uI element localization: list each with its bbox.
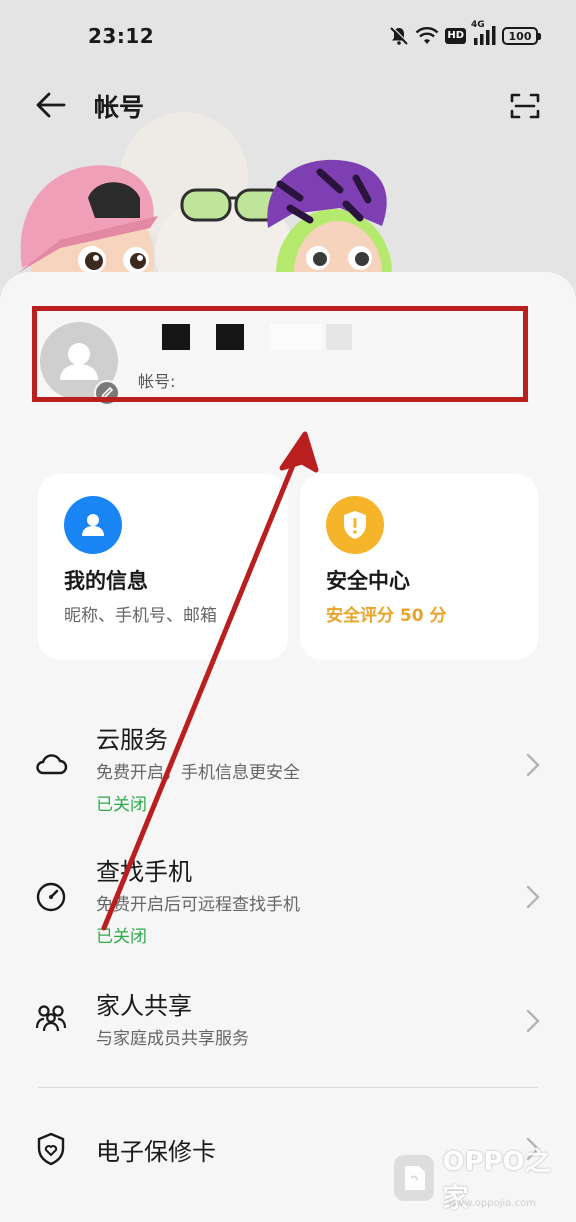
avatar-illustration: [18, 112, 392, 278]
hd-badge: HD: [445, 28, 466, 44]
find-phone-status: 已关闭: [96, 927, 147, 947]
person-icon: [64, 496, 122, 554]
cloud-service-subtitle: 免费开启，手机信息更安全: [96, 763, 300, 783]
signal-type-label: 4G: [471, 20, 485, 30]
mute-bell-icon: [389, 26, 410, 46]
find-phone-title: 查找手机: [96, 858, 192, 886]
cloud-service-status: 已关闭: [96, 795, 147, 815]
security-score: 安全评分 50 分: [326, 606, 447, 626]
list-item-family-share[interactable]: 家人共享 与家庭成员共享服务: [0, 978, 576, 1068]
family-share-title: 家人共享: [96, 992, 192, 1020]
family-share-subtitle: 与家庭成员共享服务: [96, 1029, 249, 1049]
battery-level: 100: [508, 29, 532, 43]
watermark-url: www.oppojia.com: [448, 1198, 536, 1209]
watermark-logo-icon: [394, 1155, 435, 1201]
find-phone-subtitle: 免费开启后可远程查找手机: [96, 895, 300, 915]
chevron-right-icon: [526, 1009, 540, 1033]
signal-icon: 4G: [471, 20, 496, 46]
list-item-find-phone[interactable]: 查找手机 免费开启后可远程查找手机 已关闭: [0, 844, 576, 954]
cloud-icon: [36, 754, 68, 775]
locate-icon: [36, 882, 66, 912]
list-item-cloud-service[interactable]: 云服务 免费开启，手机信息更安全 已关闭: [0, 712, 576, 822]
my-info-card[interactable]: 我的信息 昵称、手机号、邮箱: [38, 474, 288, 660]
status-time: 23:12: [88, 24, 155, 48]
security-center-card[interactable]: 安全中心 安全评分 50 分: [300, 474, 538, 660]
status-icons: HD 4G 100: [389, 20, 541, 48]
wifi-icon: [415, 26, 439, 46]
my-info-subtitle: 昵称、手机号、邮箱: [64, 606, 217, 626]
battery-indicator: 100: [502, 27, 541, 45]
profile-highlight-box: [32, 306, 528, 402]
chevron-right-icon: [526, 885, 540, 909]
family-icon: [35, 1005, 67, 1032]
my-info-title: 我的信息: [64, 569, 148, 593]
account-sheet: 帐号: 我的信息 昵称、手机号、邮箱 安全中心 安全评分 50 分 云服务 免费…: [0, 272, 576, 1222]
divider: [38, 1087, 538, 1088]
shield-icon: [326, 496, 384, 554]
status-bar: 23:12 HD 4G 100: [0, 0, 576, 72]
shield-heart-icon: [37, 1132, 65, 1166]
security-center-title: 安全中心: [326, 569, 410, 593]
cloud-service-title: 云服务: [96, 726, 168, 754]
chevron-right-icon: [526, 753, 540, 777]
warranty-card-title: 电子保修卡: [96, 1138, 216, 1166]
